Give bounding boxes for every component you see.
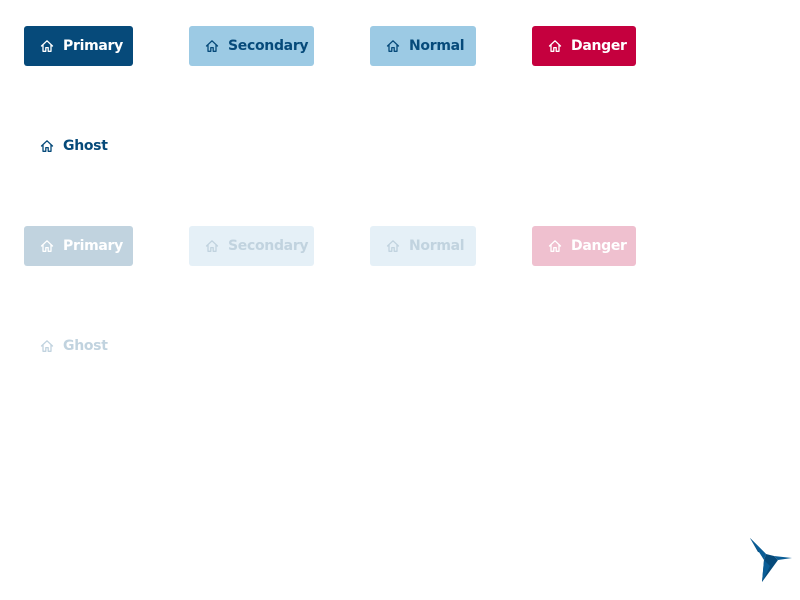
home-icon: [548, 39, 562, 53]
secondary-button-disabled-label: Secondary: [228, 238, 309, 254]
danger-button-disabled-label: Danger: [571, 238, 627, 254]
danger-button-label: Danger: [571, 38, 627, 54]
button-showcase: Primary Secondary Normal Danger Ghost Pr…: [0, 0, 800, 600]
normal-button[interactable]: Normal: [370, 26, 476, 66]
home-icon: [40, 239, 54, 253]
home-icon: [386, 39, 400, 53]
home-icon: [205, 39, 219, 53]
home-icon: [40, 39, 54, 53]
home-icon: [205, 239, 219, 253]
danger-button-disabled: Danger: [532, 226, 636, 266]
secondary-button[interactable]: Secondary: [189, 26, 314, 66]
ghost-button-disabled: Ghost: [24, 326, 124, 366]
secondary-button-disabled: Secondary: [189, 226, 314, 266]
home-icon: [548, 239, 562, 253]
primary-button-label: Primary: [63, 38, 123, 54]
hummingbird-logo: [750, 538, 792, 582]
home-icon: [386, 239, 400, 253]
primary-button[interactable]: Primary: [24, 26, 133, 66]
home-icon: [40, 339, 54, 353]
ghost-button[interactable]: Ghost: [24, 126, 124, 166]
danger-button[interactable]: Danger: [532, 26, 636, 66]
normal-button-disabled-label: Normal: [409, 238, 465, 254]
ghost-button-label: Ghost: [63, 138, 108, 154]
primary-button-disabled-label: Primary: [63, 238, 123, 254]
normal-button-label: Normal: [409, 38, 465, 54]
secondary-button-label: Secondary: [228, 38, 309, 54]
normal-button-disabled: Normal: [370, 226, 476, 266]
primary-button-disabled: Primary: [24, 226, 133, 266]
home-icon: [40, 139, 54, 153]
ghost-button-disabled-label: Ghost: [63, 338, 108, 354]
